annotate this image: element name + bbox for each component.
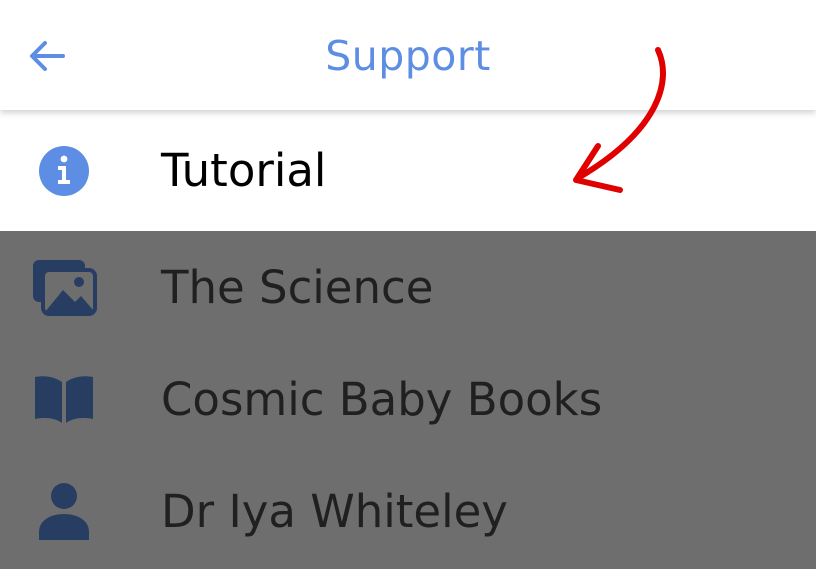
menu-item-dr-iya-whiteley[interactable]: Dr Iya Whiteley: [0, 455, 816, 567]
app-header: Support: [0, 0, 816, 110]
menu-item-label: Tutorial: [161, 144, 327, 197]
info-icon: [30, 139, 98, 203]
menu-item-label: Dr Iya Whiteley: [161, 484, 508, 538]
page-title: Support: [325, 32, 491, 80]
menu-item-cosmic-baby-books[interactable]: Cosmic Baby Books: [0, 343, 816, 455]
menu-item-label: The Science: [161, 260, 434, 314]
menu-item-tutorial[interactable]: Tutorial: [0, 110, 816, 231]
person-icon: [30, 479, 98, 543]
menu-item-the-science[interactable]: The Science: [0, 231, 816, 343]
support-menu: Tutorial The Science Cosmic Baby Books D…: [0, 110, 816, 567]
book-icon: [30, 367, 98, 431]
gallery-icon: [30, 255, 98, 319]
menu-item-label: Cosmic Baby Books: [161, 372, 603, 426]
